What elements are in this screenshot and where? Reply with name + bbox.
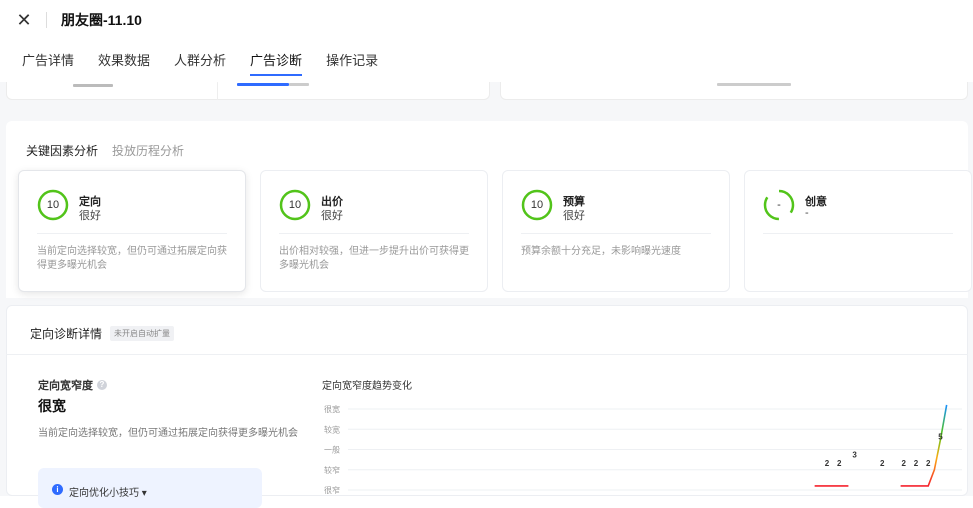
main-tabs: 广告详情 效果数据 人群分析 广告诊断 操作记录 [22,50,402,78]
factor-desc: 当前定向选择较宽，但仍可通过拓展定向获得更多曝光机会 [37,246,227,271]
width-label-text: 定向宽窄度 [38,380,93,392]
page-title: 朋友圈-11.10 [61,12,142,28]
data-label-1: 2 [837,459,842,468]
card-divider [763,233,953,234]
width-desc: 当前定向选择较宽，但仍可通过拓展定向获得更多曝光机会 [38,428,298,439]
factor-score: 10 [46,199,60,211]
factor-level: - [805,207,809,219]
trend-line-1 [900,404,948,487]
factor-card-bid[interactable]: 10 出价 很好 出价相对较强，但进一步提升出价可获得更多曝光机会 [260,170,488,292]
sub-tabs: 关键因素分析 投放历程分析 [26,142,198,164]
data-label-0: 2 [825,459,830,468]
factor-card-creative[interactable]: - 创意 - [744,170,972,292]
tab-operation-log[interactable]: 操作记录 [326,50,378,72]
y-tick-medium: 一般 [324,445,340,455]
factor-level: 很好 [79,210,101,222]
y-tick-wide: 较宽 [324,424,340,434]
detail-title-text: 定向诊断详情 [30,327,103,341]
factor-level: 很好 [321,210,343,222]
close-icon[interactable]: ✕ [14,10,34,31]
info-icon[interactable]: ? [97,380,107,390]
optimization-tips-toggle[interactable]: i 定向优化小技巧 ▾ [38,468,262,508]
factor-desc: 出价相对较强，但进一步提升出价可获得更多曝光机会 [279,246,469,271]
y-tick-very-narrow: 很窄 [324,485,340,495]
chart-title: 定向宽窄度趋势变化 [322,381,412,392]
width-trend-chart: 很窄较窄一般较宽很宽 2 232 2 2 25 [324,404,962,495]
card-divider [279,233,469,234]
status-badge: 未开启自动扩量 [110,326,175,341]
data-label-2: 3 [852,451,857,460]
data-label-6: 2 [926,459,931,468]
data-label-5: 2 [914,459,919,468]
header-divider [46,12,47,28]
factor-score: 10 [288,199,302,211]
modal-header: ✕ 朋友圈-11.10 [0,0,973,40]
factor-card-targeting[interactable]: 10 定向 很好 当前定向选择较宽，但仍可通过拓展定向获得更多曝光机会 [18,170,246,292]
data-label-4: 2 [901,459,906,468]
data-label-3: 2 [880,459,885,468]
factor-card-budget[interactable]: 10 预算 很好 预算余额十分充足，未影响曝光速度 [502,170,730,292]
detail-divider [6,354,968,355]
factor-score: 10 [530,199,544,211]
detail-title: 定向诊断详情 未开启自动扩量 [30,325,175,342]
factor-score: - [777,199,781,211]
factor-level: 很好 [563,210,585,222]
factor-desc: 预算余额十分充足，未影响曝光速度 [521,246,681,257]
subtab-delivery-history[interactable]: 投放历程分析 [112,142,184,159]
tips-label: 定向优化小技巧 ▾ [69,488,147,499]
width-label: 定向宽窄度 ? [38,377,107,393]
y-tick-narrow: 较窄 [324,465,340,475]
card-divider [521,233,711,234]
y-tick-very-wide: 很宽 [324,404,340,414]
tab-ad-diagnosis[interactable]: 广告诊断 [250,50,303,76]
subtab-key-factors[interactable]: 关键因素分析 [26,142,98,164]
info-filled-icon: i [52,484,63,495]
tab-performance-data[interactable]: 效果数据 [98,50,150,72]
summary-card-left [6,82,490,100]
width-value: 很宽 [38,398,66,414]
card-divider [37,233,227,234]
summary-card-right [500,82,968,100]
tab-audience-analysis[interactable]: 人群分析 [174,50,226,72]
data-label-7: 5 [938,432,943,441]
tab-ad-details[interactable]: 广告详情 [22,50,74,72]
